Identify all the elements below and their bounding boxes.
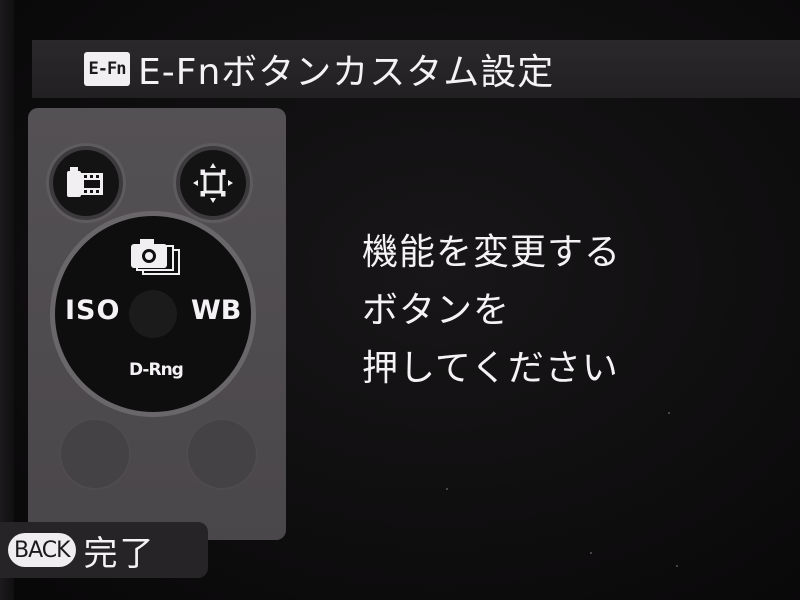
dial-label-iso[interactable]: ISO [65,295,120,326]
instruction-line-1: 機能を変更する [362,232,622,273]
dust-speck [668,412,670,414]
unassigned-button-1[interactable] [59,418,131,490]
af-frame-icon [193,163,233,203]
done-label: 完了 [83,533,156,574]
unassigned-button-2[interactable] [186,418,258,490]
dial-label-drng[interactable]: D-Rng [129,360,184,380]
dust-speck [446,488,448,490]
title-bar: E-Fn E-Fnボタンカスタム設定 [32,40,800,98]
page-title: E-Fnボタンカスタム設定 [138,52,555,93]
instruction-line-2: ボタンを [362,290,511,331]
screen: E-Fn E-Fnボタンカスタム設定 ISO WB D-Rng 機能を変更する … [0,0,800,600]
selector-dial[interactable]: ISO WB D-Rng [55,216,251,412]
film-simulation-icon [67,167,103,197]
dial-center [129,290,177,338]
screen-bezel [0,0,14,600]
back-button[interactable]: BACK [8,533,76,567]
instruction-message: 機能を変更する ボタンを 押してください [362,224,621,398]
dust-speck [590,552,592,554]
instruction-line-3: 押してください [362,348,619,389]
efn-badge-icon: E-Fn [84,52,130,86]
dust-speck [676,565,678,567]
footer-bar: BACK 完了 [0,522,208,578]
dial-label-wb[interactable]: WB [191,295,241,326]
drive-mode-icon[interactable] [127,236,183,278]
af-mode-button[interactable] [180,150,246,216]
camera-back-diagram: ISO WB D-Rng [28,108,286,540]
film-simulation-button[interactable] [53,150,119,216]
